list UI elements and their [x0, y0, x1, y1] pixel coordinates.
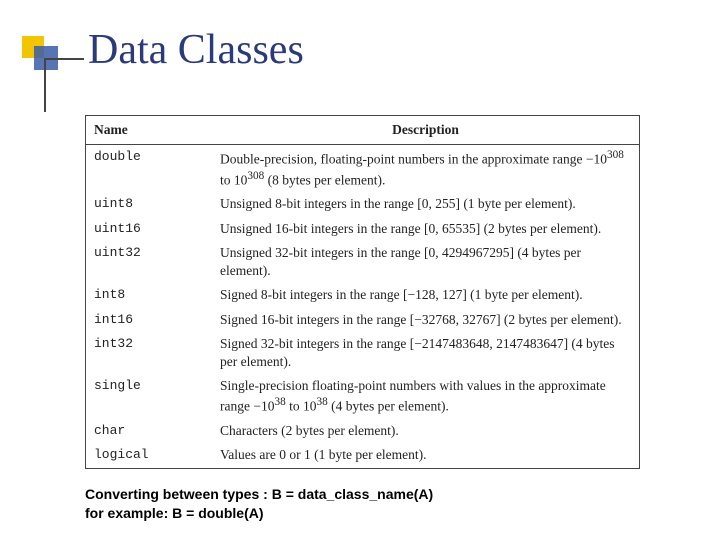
slide: Data Classes Name Description doubleDoub… — [0, 0, 720, 540]
row-name: int32 — [86, 332, 212, 374]
row-description: Unsigned 16-bit integers in the range [0… — [212, 217, 639, 241]
row-description: Signed 16-bit integers in the range [−32… — [212, 308, 639, 332]
row-description: Signed 8-bit integers in the range [−128… — [212, 283, 639, 307]
table-row: int16Signed 16-bit integers in the range… — [86, 308, 639, 332]
table-row: logicalValues are 0 or 1 (1 byte per ele… — [86, 443, 639, 467]
data-classes-table: Name Description doubleDouble-precision,… — [85, 115, 640, 469]
table-row: doubleDouble-precision, floating-point n… — [86, 145, 639, 193]
row-name: int8 — [86, 283, 212, 307]
table-row: int32Signed 32-bit integers in the range… — [86, 332, 639, 374]
row-name: int16 — [86, 308, 212, 332]
table-row: int8Signed 8-bit integers in the range [… — [86, 283, 639, 307]
row-description: Unsigned 8-bit integers in the range [0,… — [212, 192, 639, 216]
table-row: uint32Unsigned 32-bit integers in the ra… — [86, 241, 639, 283]
table-row: singleSingle-precision floating-point nu… — [86, 374, 639, 419]
row-description: Signed 32-bit integers in the range [−21… — [212, 332, 639, 374]
table-header-row: Name Description — [86, 116, 639, 145]
row-name: char — [86, 419, 212, 443]
table-row: uint8Unsigned 8-bit integers in the rang… — [86, 192, 639, 216]
table-row: charCharacters (2 bytes per element). — [86, 419, 639, 443]
row-name: logical — [86, 443, 212, 467]
row-description: Values are 0 or 1 (1 byte per element). — [212, 443, 639, 467]
row-description: Double-precision, floating-point numbers… — [212, 145, 639, 193]
row-description: Unsigned 32-bit integers in the range [0… — [212, 241, 639, 283]
footer-line-1: Converting between types : B = data_clas… — [85, 485, 433, 504]
table-row: uint16Unsigned 16-bit integers in the ra… — [86, 217, 639, 241]
row-description: Characters (2 bytes per element). — [212, 419, 639, 443]
slide-title: Data Classes — [88, 26, 304, 74]
header-description: Description — [212, 116, 639, 145]
footer-note: Converting between types : B = data_clas… — [85, 485, 433, 523]
row-name: double — [86, 145, 212, 193]
footer-line-2: for example: B = double(A) — [85, 504, 433, 523]
header-name: Name — [86, 116, 212, 145]
row-description: Single-precision floating-point numbers … — [212, 374, 639, 419]
row-name: single — [86, 374, 212, 419]
row-name: uint16 — [86, 217, 212, 241]
row-name: uint32 — [86, 241, 212, 283]
title-bullet-decoration — [22, 36, 58, 82]
row-name: uint8 — [86, 192, 212, 216]
